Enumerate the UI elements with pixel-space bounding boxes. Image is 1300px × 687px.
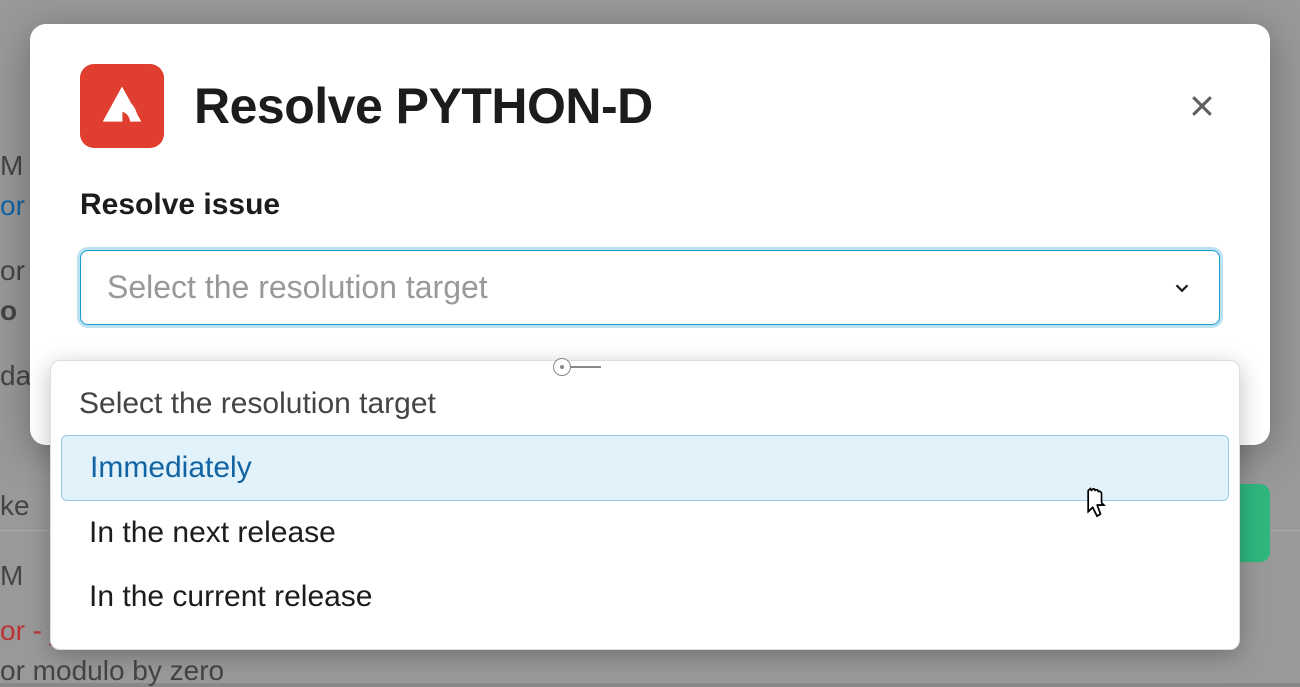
- scroll-indicator-icon: [553, 358, 571, 376]
- bg-text: or: [0, 255, 25, 287]
- bg-text: or modulo by zero: [0, 655, 224, 687]
- bg-text: ke: [0, 490, 30, 522]
- modal-title: Resolve PYTHON-D: [194, 77, 653, 135]
- select-placeholder: Select the resolution target: [107, 269, 488, 306]
- bg-text: da: [0, 360, 31, 392]
- resolution-target-select[interactable]: Select the resolution target: [80, 250, 1220, 325]
- dropdown-header: Select the resolution target: [51, 373, 1239, 435]
- bg-text: or: [0, 190, 25, 222]
- resolution-dropdown: Select the resolution target Immediately…: [50, 360, 1240, 650]
- bg-text: o: [0, 295, 17, 327]
- sentry-app-icon: [80, 64, 164, 148]
- bg-text: M: [0, 150, 23, 182]
- modal-header: Resolve PYTHON-D: [80, 64, 1220, 148]
- chevron-down-icon: [1171, 277, 1193, 299]
- dropdown-option-current-release[interactable]: In the current release: [61, 565, 1229, 629]
- dropdown-option-immediately[interactable]: Immediately: [61, 435, 1229, 501]
- dropdown-option-next-release[interactable]: In the next release: [61, 501, 1229, 565]
- close-button[interactable]: [1184, 88, 1220, 124]
- bg-text: M: [0, 560, 23, 592]
- resolve-issue-label: Resolve issue: [80, 188, 1220, 222]
